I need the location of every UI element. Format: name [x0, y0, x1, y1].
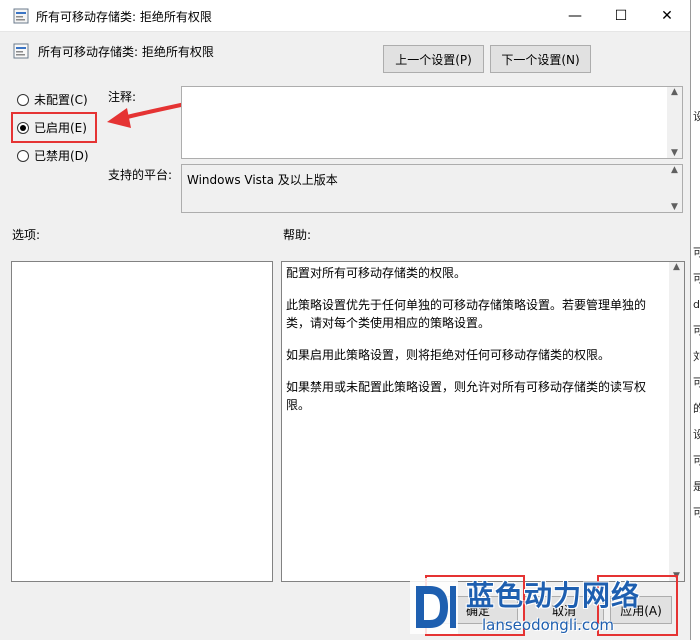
- platform-field: Windows Vista 及以上版本 ▲ ▼: [181, 164, 683, 213]
- bg-char: 设: [693, 422, 700, 448]
- help-pane: 配置对所有可移动存储类的权限。 此策略设置优先于任何单独的可移动存储策略设置。若…: [281, 261, 671, 582]
- radio-circle: [17, 149, 29, 162]
- comment-label: 注释:: [108, 90, 137, 104]
- bg-char: 设: [693, 104, 700, 130]
- window-title: 所有可移动存储类: 拒绝所有权限: [36, 10, 212, 24]
- radio-disabled[interactable]: 已禁用(D): [17, 147, 89, 164]
- policy-settings-icon: [13, 8, 29, 24]
- radio-circle: [17, 93, 29, 106]
- watermark-logo-icon: [410, 578, 458, 634]
- bg-char: 可: [693, 500, 700, 526]
- policy-icon: [13, 43, 29, 59]
- bg-char: 刘: [693, 344, 700, 370]
- platform-scrollbar[interactable]: ▲ ▼: [667, 165, 682, 212]
- previous-setting-button[interactable]: 上一个设置(P): [383, 45, 484, 73]
- comment-textarea[interactable]: ▲ ▼: [181, 86, 683, 159]
- minimize-icon: —: [568, 7, 582, 24]
- background-window-strip: 设 可 可 d 可 刘 可 的 设 可 是 可: [690, 0, 700, 640]
- scroll-down-icon: ▼: [671, 148, 678, 158]
- help-scrollbar[interactable]: ▲ ▼: [669, 261, 685, 582]
- close-icon: ✕: [661, 7, 673, 24]
- watermark-logo-text: 蓝色动力网络: [466, 579, 641, 612]
- bg-char: 可: [693, 266, 700, 292]
- scroll-up-icon: ▲: [671, 87, 678, 97]
- annotation-highlight-box: [11, 112, 97, 143]
- minimize-button[interactable]: —: [552, 0, 598, 31]
- scroll-up-icon: ▲: [673, 262, 680, 272]
- title-bar: 所有可移动存储类: 拒绝所有权限 — ☐ ✕: [0, 0, 690, 32]
- watermark-url: lanseodongli.com: [482, 616, 614, 634]
- bg-char: d: [693, 298, 700, 311]
- options-label: 选项:: [12, 228, 41, 242]
- background-window-text: 设 可 可 d 可 刘 可 的 设 可 是 可: [693, 104, 700, 526]
- bg-char: 可: [693, 370, 700, 396]
- scroll-up-icon: ▲: [671, 165, 678, 175]
- scroll-down-icon: ▼: [671, 202, 678, 212]
- platform-value: Windows Vista 及以上版本: [187, 173, 338, 187]
- watermark: 蓝色动力网络 lanseodongli.com: [404, 572, 690, 640]
- platform-label: 支持的平台:: [108, 168, 173, 182]
- help-paragraph: 配置对所有可移动存储类的权限。: [286, 266, 467, 280]
- comment-scrollbar[interactable]: ▲ ▼: [667, 87, 682, 158]
- maximize-button[interactable]: ☐: [598, 0, 644, 31]
- bg-char: 是: [693, 474, 700, 500]
- bg-char: 的: [693, 396, 700, 422]
- help-paragraph: 此策略设置优先于任何单独的可移动存储策略设置。若要管理单独的类，请对每个类使用相…: [286, 298, 647, 330]
- maximize-icon: ☐: [614, 7, 628, 24]
- policy-name: 所有可移动存储类: 拒绝所有权限: [38, 45, 214, 59]
- help-paragraph: 如果禁用或未配置此策略设置，则允许对所有可移动存储类的读写权限。: [286, 380, 647, 412]
- next-setting-button[interactable]: 下一个设置(N): [490, 45, 591, 73]
- bg-char: 可: [693, 448, 700, 474]
- help-paragraph: 如果启用此策略设置，则将拒绝对任何可移动存储类的权限。: [286, 348, 611, 362]
- bg-char: 可: [693, 240, 700, 266]
- help-label: 帮助:: [283, 228, 312, 242]
- options-pane: [11, 261, 273, 582]
- radio-label: 未配置(C): [34, 93, 88, 107]
- radio-not-configured[interactable]: 未配置(C): [17, 91, 88, 108]
- radio-label: 已禁用(D): [34, 149, 89, 163]
- bg-char: 可: [693, 318, 700, 344]
- close-button[interactable]: ✕: [644, 0, 690, 31]
- help-text: 配置对所有可移动存储类的权限。 此策略设置优先于任何单独的可移动存储策略设置。若…: [286, 264, 664, 428]
